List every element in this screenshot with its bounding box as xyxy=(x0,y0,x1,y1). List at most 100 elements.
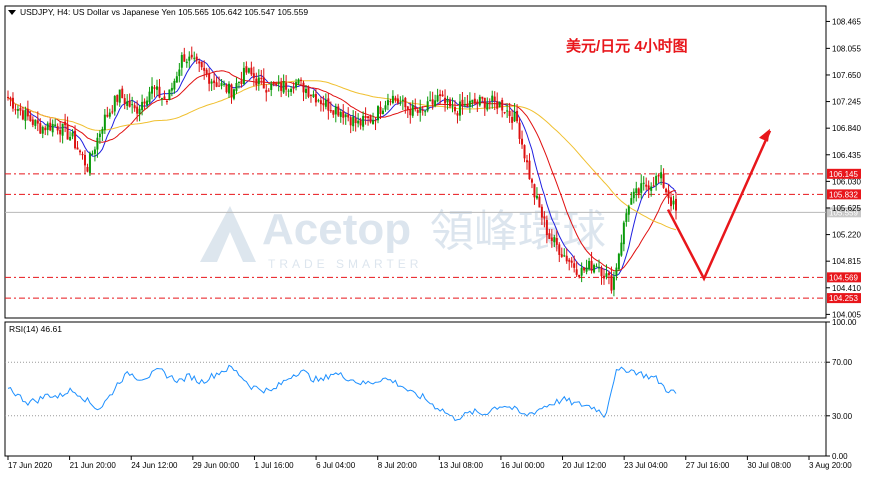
candle-body xyxy=(670,197,673,207)
candle-body xyxy=(593,265,596,273)
candle-body xyxy=(280,82,283,91)
candle-body xyxy=(21,110,24,120)
candle-body xyxy=(449,99,452,107)
candle-body xyxy=(540,206,543,218)
candle-body xyxy=(565,255,568,262)
candle-body xyxy=(190,54,193,58)
candle-body xyxy=(652,185,655,187)
candle-body xyxy=(138,108,141,114)
candle-body xyxy=(285,82,288,90)
candle-body xyxy=(642,182,645,184)
candle-body xyxy=(344,114,347,118)
candle-body xyxy=(369,116,372,123)
candle-body xyxy=(163,96,166,100)
candle-body xyxy=(625,213,628,222)
rsi-tick-label: 0.00 xyxy=(832,452,848,461)
level-label: 106.145 xyxy=(829,170,858,179)
candle-body xyxy=(218,85,221,87)
candle-body xyxy=(215,82,218,87)
candle-body xyxy=(300,79,303,81)
time-tick-label: 20 Jul 12:00 xyxy=(563,461,607,470)
candle-body xyxy=(401,99,404,101)
candle-body xyxy=(339,111,342,117)
candle-body xyxy=(583,267,586,271)
candle-body xyxy=(441,94,444,97)
candle-body xyxy=(91,153,94,155)
candle-body xyxy=(506,110,509,112)
candle-body xyxy=(538,196,541,208)
candle-body xyxy=(136,106,139,114)
time-tick-label: 8 Jul 20:00 xyxy=(378,461,418,470)
candle-body xyxy=(59,129,62,135)
candle-body xyxy=(675,198,677,211)
candle-body xyxy=(563,255,566,257)
candle-body xyxy=(409,109,412,116)
candle-body xyxy=(69,136,72,141)
candle-body xyxy=(247,68,250,73)
candle-body xyxy=(476,101,479,104)
candle-body xyxy=(352,116,355,127)
candle-body xyxy=(523,145,526,159)
candle-body xyxy=(630,198,633,205)
candle-body xyxy=(620,242,623,256)
candle-body xyxy=(26,109,29,117)
candle-body xyxy=(309,94,312,96)
candle-body xyxy=(103,114,106,130)
price-tick-label: 108.465 xyxy=(832,17,861,26)
candle-body xyxy=(461,99,464,107)
time-tick-label: 21 Jun 20:00 xyxy=(70,461,117,470)
candle-body xyxy=(493,96,496,101)
candle-body xyxy=(79,150,82,153)
candle-body xyxy=(262,77,265,89)
candle-body xyxy=(672,200,675,205)
candle-body xyxy=(86,166,89,172)
candle-body xyxy=(9,97,12,100)
candle-body xyxy=(265,90,268,93)
candle-body xyxy=(617,253,620,270)
candle-body xyxy=(220,83,223,86)
candle-body xyxy=(208,73,211,84)
candle-body xyxy=(553,237,556,243)
candle-body xyxy=(36,120,39,124)
candle-body xyxy=(526,160,529,163)
price-tick-label: 107.650 xyxy=(832,71,861,80)
candle-body xyxy=(314,93,317,103)
candle-body xyxy=(386,100,389,106)
candle-body xyxy=(252,73,255,79)
candle-body xyxy=(223,83,226,85)
candle-body xyxy=(645,184,648,187)
candle-body xyxy=(434,100,437,106)
candle-body xyxy=(605,273,608,278)
candle-body xyxy=(655,175,658,185)
candle-body xyxy=(473,98,476,104)
candle-body xyxy=(31,119,34,125)
candle-body xyxy=(19,108,22,111)
candle-body xyxy=(165,101,168,103)
candle-body xyxy=(319,100,322,105)
candle-body xyxy=(71,132,74,137)
candle-body xyxy=(168,89,171,101)
candle-body xyxy=(491,95,494,102)
candle-body xyxy=(173,80,176,90)
candle-body xyxy=(667,190,670,199)
candle-body xyxy=(108,112,111,117)
candle-body xyxy=(88,152,91,173)
candle-body xyxy=(632,191,635,199)
candle-body xyxy=(610,275,613,291)
candle-body xyxy=(193,57,196,59)
candle-body xyxy=(56,126,59,131)
candle-body xyxy=(302,82,305,93)
time-tick-label: 17 Jun 2020 xyxy=(8,461,53,470)
candle-body xyxy=(374,120,377,122)
price-tick-label: 106.840 xyxy=(832,124,861,133)
price-tick-label: 107.245 xyxy=(832,98,861,107)
candle-body xyxy=(558,244,561,255)
candle-body xyxy=(153,87,156,89)
candle-body xyxy=(203,67,206,71)
candle-body xyxy=(424,111,427,113)
candle-body xyxy=(463,104,466,106)
candle-body xyxy=(665,188,668,193)
candle-body xyxy=(585,267,588,272)
candle-body xyxy=(295,82,298,88)
candle-body xyxy=(113,96,116,112)
